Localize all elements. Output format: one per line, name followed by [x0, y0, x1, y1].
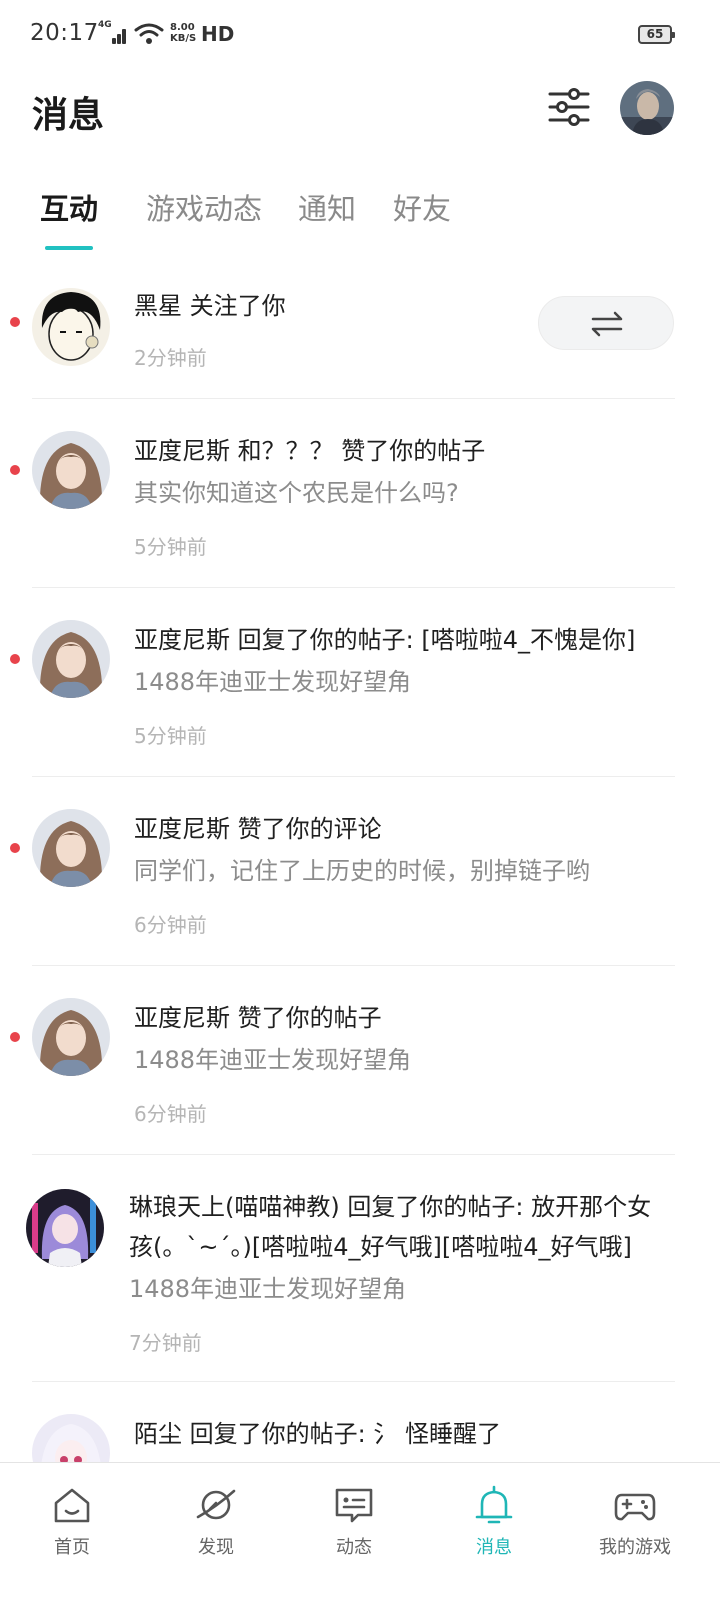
wifi-icon [134, 23, 164, 44]
filter-button[interactable] [546, 84, 592, 130]
user-avatar-icon [26, 1189, 104, 1267]
nav-home[interactable]: 首页 [0, 1463, 144, 1600]
message-time: 7分钟前 [129, 1331, 202, 1355]
tab-game-news[interactable]: 游戏动态 [146, 186, 262, 228]
message-snippet: 1488年迪亚士发现好望角 [134, 668, 412, 696]
message-title: 亚度尼斯 和？？？ 赞了你的帖子 [134, 437, 486, 465]
network-type: 4G [98, 20, 112, 30]
hd-indicator: HD [201, 22, 235, 46]
list-item[interactable]: 陌尘 回复了你的帖子: 氵 怪睡醒了 [0, 1382, 720, 1462]
list-item[interactable]: 亚度尼斯 赞了你的评论 同学们，记住了上历史的时候，别掉链子哟 6分钟前 [0, 777, 720, 965]
gamepad-icon [614, 1493, 656, 1521]
nav-label: 我的游戏 [599, 1537, 671, 1558]
tab-interaction[interactable]: 互动 [40, 186, 98, 228]
active-tab-indicator [45, 246, 93, 250]
user-avatar-icon [32, 620, 110, 698]
message-snippet: 同学们，记住了上历史的时候，别掉链子哟 [134, 857, 590, 885]
battery-icon: 65 [638, 25, 675, 44]
tab-notifications[interactable]: 通知 [298, 186, 356, 228]
message-title: 亚度尼斯 赞了你的评论 [134, 815, 382, 843]
unread-dot [10, 654, 20, 664]
avatar[interactable] [32, 1414, 110, 1462]
message-snippet: 1488年迪亚士发现好望角 [134, 1046, 412, 1074]
message-time: 6分钟前 [134, 913, 207, 937]
user-avatar-icon [32, 288, 110, 366]
message-time: 2分钟前 [134, 346, 207, 370]
home-icon [54, 1488, 90, 1523]
nav-label: 首页 [54, 1537, 90, 1558]
unread-dot [10, 843, 20, 853]
message-time: 5分钟前 [134, 535, 207, 559]
nav-feed[interactable]: 动态 [282, 1463, 426, 1600]
avatar[interactable] [26, 1189, 104, 1267]
list-item[interactable]: 亚度尼斯 赞了你的帖子 1488年迪亚士发现好望角 6分钟前 [0, 966, 720, 1154]
message-title: 陌尘 回复了你的帖子: 氵 怪睡醒了 [134, 1420, 501, 1448]
unread-dot [10, 1032, 20, 1042]
bell-icon [475, 1485, 513, 1524]
tab-friends[interactable]: 好友 [393, 186, 451, 228]
user-avatar-icon [32, 809, 110, 887]
nav-my-games[interactable]: 我的游戏 [563, 1463, 707, 1600]
page-title: 消息 [32, 95, 105, 136]
message-title-line-1: 琳琅天上(喵喵神教) 回复了你的帖子: 放开那个女 [129, 1193, 652, 1221]
follow-back-button[interactable] [538, 296, 674, 350]
message-snippet: 其实你知道这个农民是什么吗? [134, 479, 459, 507]
message-title: 亚度尼斯 赞了你的帖子 [134, 1004, 382, 1032]
avatar-icon [620, 81, 674, 135]
message-title: 亚度尼斯 回复了你的帖子: [嗒啦啦4_不愧是你] [134, 626, 636, 654]
status-bar: 20:17 4G 8.00 KB/S HD 65 [0, 0, 720, 72]
tab-bar: 互动 游戏动态 通知 好友 [0, 186, 720, 256]
message-snippet: 1488年迪亚士发现好望角 [129, 1275, 407, 1303]
user-avatar-icon [32, 431, 110, 509]
message-title: 黑星 关注了你 [134, 292, 286, 320]
sliders-icon [548, 88, 590, 126]
list-item[interactable]: 亚度尼斯 回复了你的帖子: [嗒啦啦4_不愧是你] 1488年迪亚士发现好望角 … [0, 588, 720, 776]
unread-dot [10, 317, 20, 327]
cell-signal-icon: 4G [98, 20, 128, 46]
user-avatar-icon [32, 998, 110, 1076]
list-item[interactable]: 琳琅天上(喵喵神教) 回复了你的帖子: 放开那个女 孩(。`~´。)[嗒啦啦4_… [0, 1155, 720, 1381]
message-time: 6分钟前 [134, 1102, 207, 1126]
message-time: 5分钟前 [134, 724, 207, 748]
nav-label: 动态 [336, 1537, 372, 1558]
list-item[interactable]: 亚度尼斯 和？？？ 赞了你的帖子 其实你知道这个农民是什么吗? 5分钟前 [0, 399, 720, 587]
avatar[interactable] [32, 620, 110, 698]
planet-icon [196, 1489, 236, 1520]
profile-avatar[interactable] [620, 81, 674, 135]
nav-label: 消息 [476, 1537, 512, 1558]
avatar[interactable] [32, 431, 110, 509]
swap-arrows-icon [591, 311, 623, 337]
nav-messages[interactable]: 消息 [422, 1463, 566, 1600]
message-title-line-2: 孩(。`~´。)[嗒啦啦4_好气哦][嗒啦啦4_好气哦] [129, 1233, 632, 1261]
status-time: 20:17 [30, 20, 99, 46]
network-speed: 8.00 KB/S [170, 22, 197, 44]
chat-card-icon [335, 1488, 373, 1523]
nav-label: 发现 [198, 1537, 234, 1558]
avatar[interactable] [32, 998, 110, 1076]
avatar[interactable] [32, 288, 110, 366]
nav-discover[interactable]: 发现 [144, 1463, 288, 1600]
avatar[interactable] [32, 809, 110, 887]
unread-dot [10, 465, 20, 475]
bottom-navigation: 首页 发现 动态 消息 我的游戏 [0, 1462, 720, 1600]
user-avatar-icon [32, 1414, 110, 1462]
